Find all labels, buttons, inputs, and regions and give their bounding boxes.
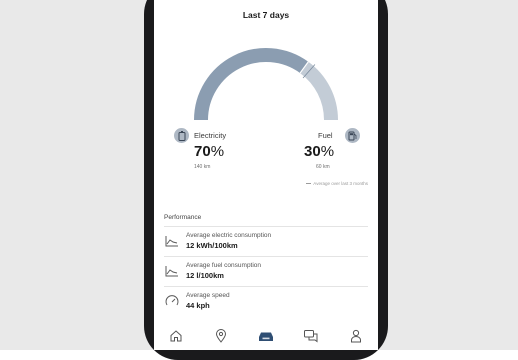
chat-icon bbox=[303, 330, 318, 343]
bottom-nav bbox=[154, 322, 378, 350]
metric-value: 12 l/100km bbox=[186, 271, 224, 280]
energy-gauge bbox=[194, 48, 338, 121]
electricity-percent: 70% bbox=[194, 143, 225, 160]
fuel-percent: 30% bbox=[304, 143, 335, 160]
home-icon bbox=[170, 330, 182, 342]
battery-icon bbox=[174, 128, 189, 143]
metric-label: Average electric consumption bbox=[186, 232, 272, 239]
gauge-electric-arc bbox=[194, 48, 309, 121]
person-icon bbox=[350, 329, 361, 343]
speedometer-icon bbox=[164, 294, 180, 308]
electricity-distance: 140 km bbox=[194, 164, 211, 170]
fuel-distance: 60 km bbox=[316, 164, 330, 170]
metric-label: Average speed bbox=[186, 292, 230, 299]
nav-home[interactable] bbox=[164, 326, 188, 346]
legend-dash bbox=[306, 183, 312, 184]
metric-value: 44 kph bbox=[186, 301, 210, 310]
performance-heading: Performance bbox=[164, 214, 202, 221]
gauge-fuel-arc bbox=[299, 61, 338, 121]
metric-value: 12 kWh/100km bbox=[186, 241, 238, 250]
car-icon bbox=[258, 332, 273, 341]
nav-profile[interactable] bbox=[344, 326, 368, 346]
chart-icon bbox=[164, 264, 180, 278]
nav-map[interactable] bbox=[209, 326, 233, 346]
location-pin-icon bbox=[216, 329, 227, 343]
nav-car[interactable] bbox=[254, 326, 278, 346]
divider bbox=[164, 226, 368, 227]
divider bbox=[164, 286, 368, 287]
performance-row-fuel[interactable]: Average fuel consumption 12 l/100km bbox=[164, 258, 368, 286]
average-legend: Average over last 3 months bbox=[306, 181, 368, 186]
legend-text: Average over last 3 months bbox=[313, 181, 368, 186]
electricity-label: Electricity bbox=[194, 131, 227, 140]
fuel-pump-icon bbox=[345, 128, 360, 143]
performance-row-electric[interactable]: Average electric consumption 12 kWh/100k… bbox=[164, 228, 368, 256]
chart-icon bbox=[164, 234, 180, 248]
app-screen: Last 7 days Electricity 70% 140 km Fuel … bbox=[154, 0, 378, 350]
divider bbox=[164, 256, 368, 257]
fuel-label: Fuel bbox=[318, 131, 333, 140]
metric-label: Average fuel consumption bbox=[186, 262, 262, 269]
nav-chat[interactable] bbox=[299, 326, 323, 346]
performance-row-speed[interactable]: Average speed 44 kph bbox=[164, 288, 368, 316]
page-title: Last 7 days bbox=[242, 10, 290, 20]
